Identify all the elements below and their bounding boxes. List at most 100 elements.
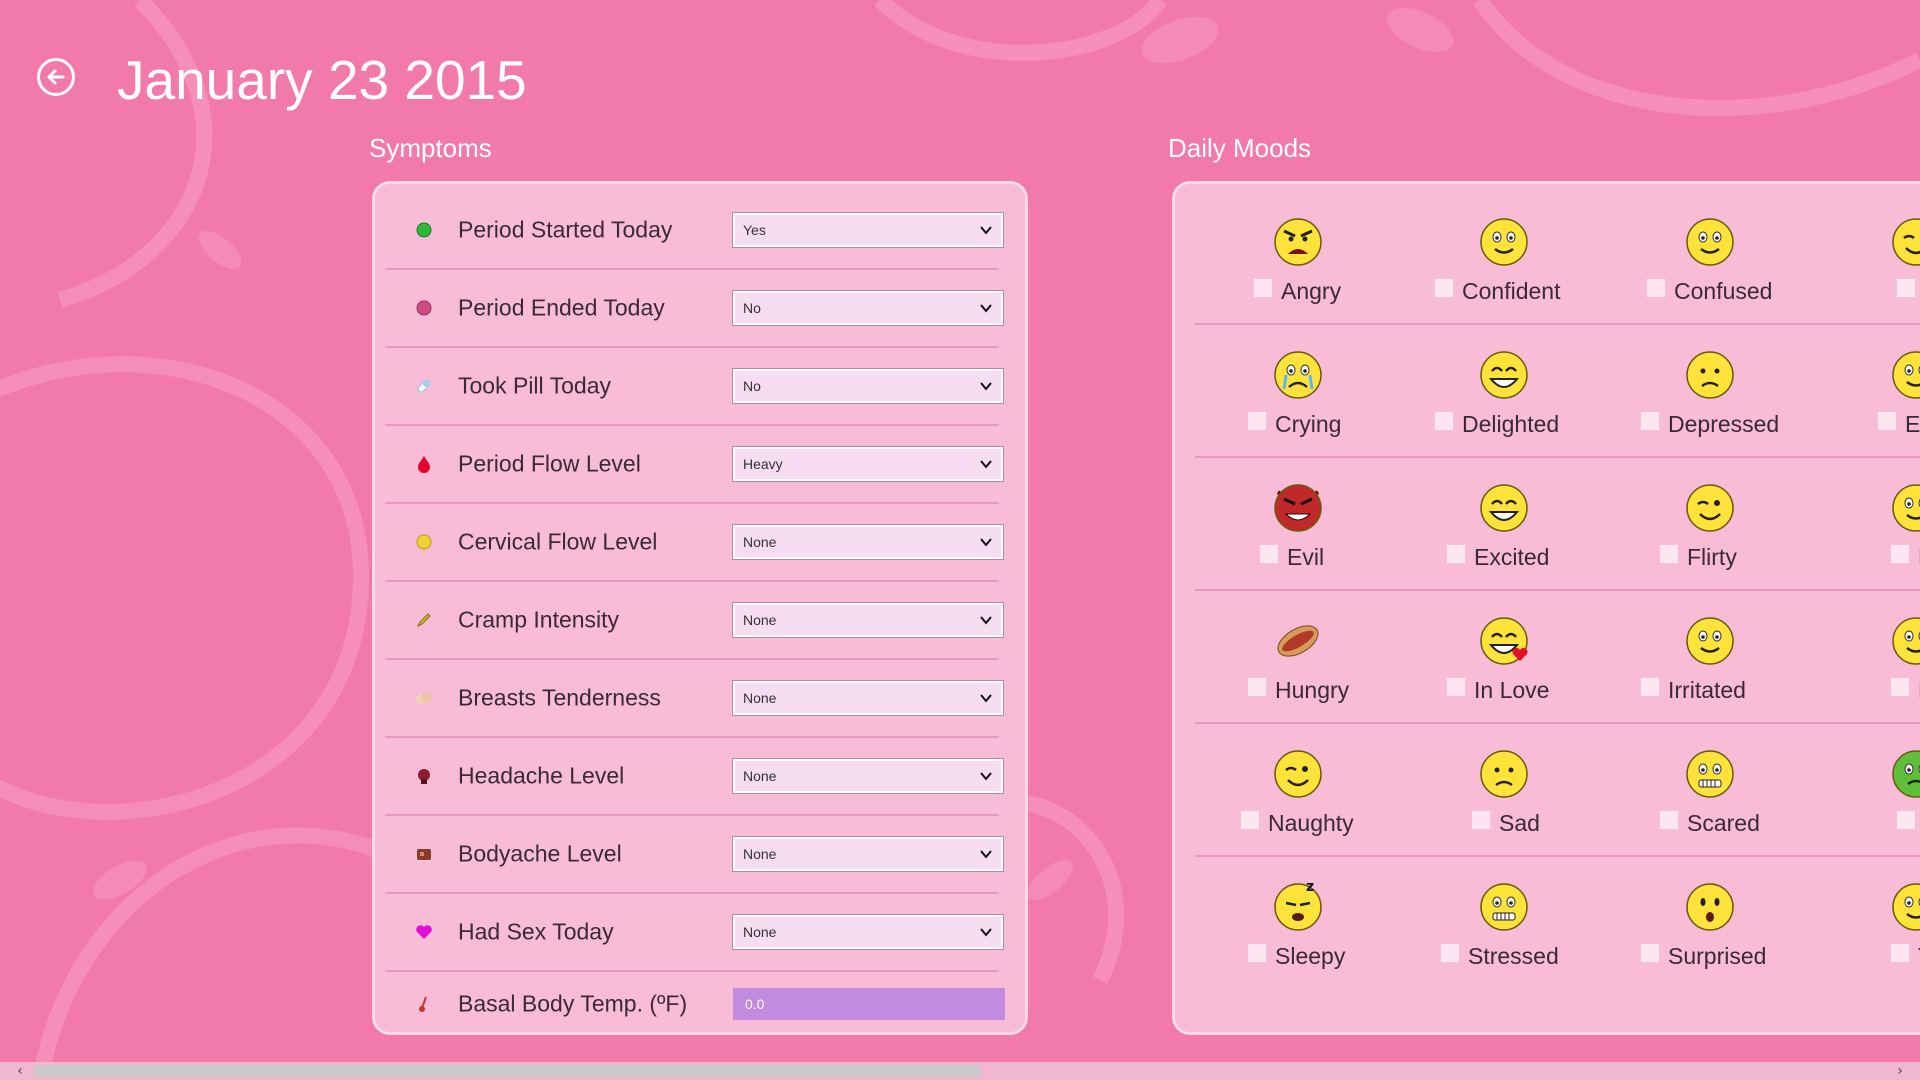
period-ended-select[interactable]: No: [732, 290, 1004, 326]
hungry-face-icon: [1277, 625, 1319, 657]
svg-text:z: z: [1306, 881, 1314, 895]
mood-label: In Love: [1474, 677, 1550, 703]
mood-label: Depressed: [1668, 411, 1780, 437]
mood-sleepy[interactable]: z Sleepy: [1195, 857, 1401, 990]
mood-checkbox[interactable]: [1259, 544, 1279, 564]
mood-confident[interactable]: Confident: [1401, 192, 1607, 325]
period-started-select[interactable]: Yes: [732, 212, 1004, 248]
mood-checkbox[interactable]: [1896, 278, 1916, 298]
mood-checkbox[interactable]: [1471, 810, 1491, 830]
mood-confused[interactable]: Confused: [1607, 192, 1813, 325]
mood-delighted[interactable]: Delighted: [1401, 325, 1607, 458]
basal-temp-input[interactable]: 0.0: [733, 988, 1005, 1020]
scrollbar-thumb[interactable]: [34, 1065, 980, 1077]
mood-c[interactable]: C: [1813, 192, 1920, 325]
took-pill-select[interactable]: No: [732, 368, 1004, 404]
mood-label: Confident: [1462, 278, 1561, 304]
mood-hungry[interactable]: Hungry: [1195, 591, 1401, 724]
mood-checkbox[interactable]: [1247, 411, 1267, 431]
select-value: None: [743, 768, 777, 784]
mood-checkbox[interactable]: [1659, 544, 1679, 564]
mood-depressed[interactable]: Depressed: [1607, 325, 1813, 458]
surprised-face-icon: [1686, 883, 1734, 931]
mood-in-love[interactable]: In Love: [1401, 591, 1607, 724]
mood-label: Naughty: [1268, 810, 1354, 836]
symptoms-panel: Period Started Today Yes Period Ended To…: [372, 181, 1028, 1035]
mood-irritated[interactable]: Irritated: [1607, 591, 1813, 724]
mood-evil[interactable]: Evil: [1195, 458, 1401, 591]
mood-angry[interactable]: Angry: [1195, 192, 1401, 325]
mood-emba[interactable]: Emba: [1813, 325, 1920, 458]
mood-label: Evil: [1287, 544, 1325, 570]
had-sex-select[interactable]: None: [732, 914, 1004, 950]
mood-checkbox[interactable]: [1253, 278, 1273, 298]
mood-label: Excited: [1474, 544, 1550, 570]
mood-checkbox[interactable]: [1247, 943, 1267, 963]
mood-checkbox[interactable]: [1640, 943, 1660, 963]
mood-row: Evil Excited Flirty Ha: [1195, 458, 1920, 591]
symptom-row-period-started: Period Started Today Yes: [385, 192, 1004, 270]
mood-row: Angry Confident Confused C: [1195, 192, 1920, 325]
select-value: None: [743, 612, 777, 628]
symptom-label: Headache Level: [458, 762, 625, 789]
mood-label: Emba: [1905, 411, 1920, 437]
mood-sad[interactable]: Sad: [1401, 724, 1607, 857]
select-value: No: [743, 300, 761, 316]
mood-stressed[interactable]: Stressed: [1401, 857, 1607, 990]
mood-ha[interactable]: Ha: [1813, 458, 1920, 591]
mood-checkbox[interactable]: [1890, 943, 1910, 963]
mood-checkbox[interactable]: [1446, 544, 1466, 564]
headache-select[interactable]: None: [732, 758, 1004, 794]
mood-checkbox[interactable]: [1877, 411, 1897, 431]
mood-checkbox[interactable]: [1890, 544, 1910, 564]
symptom-label: Cramp Intensity: [458, 606, 620, 633]
select-value: None: [743, 690, 777, 706]
irritated-face-icon: [1686, 617, 1734, 665]
mood-label: Scared: [1687, 810, 1760, 836]
mood-surprised[interactable]: Surprised: [1607, 857, 1813, 990]
mood-checkbox[interactable]: [1434, 411, 1454, 431]
mood-scared[interactable]: Scared: [1607, 724, 1813, 857]
chevron-down-icon: [980, 382, 992, 391]
horizontal-scrollbar[interactable]: ‹ ›: [0, 1062, 1920, 1080]
mood-label: Surprised: [1668, 943, 1767, 969]
chevron-down-icon: [980, 226, 992, 235]
mood-checkbox[interactable]: [1240, 810, 1260, 830]
mood-flirty[interactable]: Flirty: [1607, 458, 1813, 591]
mood-row: Naughty Sad Scared S: [1195, 724, 1920, 857]
mood-row: z Sleepy Stressed Surprised Ti: [1195, 857, 1920, 990]
flow-level-select[interactable]: Heavy: [732, 446, 1004, 482]
mood-checkbox[interactable]: [1446, 677, 1466, 697]
moods-section-label: Daily Moods: [1168, 133, 1312, 163]
breasts-select[interactable]: None: [732, 680, 1004, 716]
mood-checkbox[interactable]: [1896, 810, 1916, 830]
mood-checkbox[interactable]: [1646, 278, 1666, 298]
cramp-select[interactable]: None: [732, 602, 1004, 638]
mood-checkbox[interactable]: [1659, 810, 1679, 830]
mood-checkbox[interactable]: [1434, 278, 1454, 298]
mood-checkbox[interactable]: [1640, 677, 1660, 697]
mood-excited[interactable]: Excited: [1401, 458, 1607, 591]
scroll-left-icon[interactable]: ‹: [10, 1062, 30, 1080]
back-button[interactable]: [37, 58, 75, 96]
symptom-label: Basal Body Temp. (ºF): [458, 990, 688, 1017]
chevron-down-icon: [980, 616, 992, 625]
mood-checkbox[interactable]: [1440, 943, 1460, 963]
tired-face-icon: [1892, 883, 1920, 931]
mood-checkbox[interactable]: [1640, 411, 1660, 431]
chevron-down-icon: [980, 772, 992, 781]
mood-lo[interactable]: Lo: [1813, 591, 1920, 724]
mood-checkbox[interactable]: [1890, 677, 1910, 697]
mood-crying[interactable]: Crying: [1195, 325, 1401, 458]
symptom-row-flow-level: Period Flow Level Heavy: [385, 426, 1004, 504]
happy-face-icon: [1892, 484, 1920, 532]
mood-ti[interactable]: Ti: [1813, 857, 1920, 990]
mood-naughty[interactable]: Naughty: [1195, 724, 1401, 857]
pencil-icon: [415, 611, 433, 629]
mood-s[interactable]: S: [1813, 724, 1920, 857]
mood-checkbox[interactable]: [1247, 677, 1267, 697]
scroll-right-icon[interactable]: ›: [1890, 1062, 1910, 1080]
select-value: None: [743, 534, 777, 550]
cervical-flow-select[interactable]: None: [732, 524, 1004, 560]
bodyache-select[interactable]: None: [732, 836, 1004, 872]
